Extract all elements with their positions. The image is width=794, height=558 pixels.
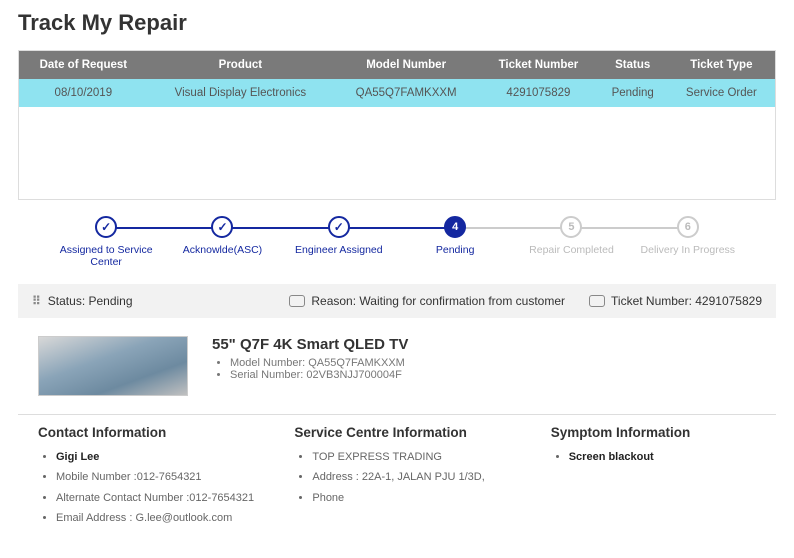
step-connector (222, 227, 338, 229)
symptom-text: Screen blackout (569, 450, 756, 465)
check-icon: ✓ (211, 216, 233, 238)
col-model: Model Number (333, 51, 479, 79)
step-label: Assigned to Service Center (48, 244, 164, 268)
col-product: Product (148, 51, 333, 79)
symptom-info: Symptom Information Screen blackout (551, 425, 756, 532)
product-image (38, 336, 188, 396)
drag-icon: ⠿ (32, 294, 42, 308)
step-2: ✓ Acknowlde(ASC) (164, 216, 280, 268)
divider (18, 414, 776, 415)
step-number: 4 (444, 216, 466, 238)
progress-steps: ✓ Assigned to Service Center ✓ Acknowlde(AS… (18, 200, 776, 278)
col-status: Status (598, 51, 668, 79)
col-ticket: Ticket Number (479, 51, 598, 79)
step-label: Repair Completed (513, 244, 629, 256)
check-icon: ✓ (328, 216, 350, 238)
reason-text: Reason: Waiting for confirmation from cu… (311, 294, 565, 308)
step-number: 6 (677, 216, 699, 238)
step-label: Engineer Assigned (281, 244, 397, 256)
cell-type: Service Order (668, 79, 775, 107)
col-type: Ticket Type (668, 51, 775, 79)
step-1: ✓ Assigned to Service Center (48, 216, 164, 268)
step-number: 5 (560, 216, 582, 238)
cell-product: Visual Display Electronics (148, 79, 333, 107)
product-serial: Serial Number: 02VB3NJJ700004F (230, 369, 408, 381)
contact-email: Email Address : G.lee@outlook.com (56, 511, 284, 526)
step-6: 6 Delivery In Progress (630, 216, 746, 268)
step-connector (455, 227, 571, 229)
product-name: 55" Q7F 4K Smart QLED TV (212, 336, 408, 353)
service-address: Address : 22A-1, JALAN PJU 1/3D, (312, 470, 540, 485)
check-icon: ✓ (95, 216, 117, 238)
status-text: Status: Pending (48, 294, 133, 308)
contact-heading: Contact Information (38, 425, 284, 440)
step-label: Delivery In Progress (630, 244, 746, 256)
status-item: ⠿ Status: Pending (32, 294, 133, 308)
ticket-icon (589, 295, 605, 307)
step-connector (106, 227, 222, 229)
table-empty-space (19, 107, 775, 199)
step-5: 5 Repair Completed (513, 216, 629, 268)
contact-alt: Alternate Contact Number :012-7654321 (56, 491, 284, 506)
status-bar: ⠿ Status: Pending Reason: Waiting for co… (18, 284, 776, 318)
cell-ticket: 4291075829 (479, 79, 598, 107)
col-date: Date of Request (19, 51, 148, 79)
step-connector (339, 227, 455, 229)
contact-info: Contact Information Gigi Lee Mobile Numb… (38, 425, 284, 532)
product-row: 55" Q7F 4K Smart QLED TV Model Number: Q… (18, 318, 776, 410)
step-label: Pending (397, 244, 513, 256)
service-name: TOP EXPRESS TRADING (312, 450, 540, 465)
contact-mobile: Mobile Number :012-7654321 (56, 470, 284, 485)
tag-icon (289, 295, 305, 307)
page-title: Track My Repair (18, 10, 776, 36)
ticket-item: Ticket Number: 4291075829 (589, 294, 762, 308)
service-info: Service Centre Information TOP EXPRESS T… (294, 425, 540, 532)
info-columns: Contact Information Gigi Lee Mobile Numb… (18, 425, 776, 548)
table-header-row: Date of Request Product Model Number Tic… (19, 51, 775, 79)
service-phone: Phone (312, 491, 540, 506)
repair-table: Date of Request Product Model Number Tic… (18, 50, 776, 200)
contact-name: Gigi Lee (56, 450, 284, 465)
cell-model: QA55Q7FAMKXXM (333, 79, 479, 107)
cell-date: 08/10/2019 (19, 79, 148, 107)
cell-status: Pending (598, 79, 668, 107)
step-3: ✓ Engineer Assigned (281, 216, 397, 268)
product-info: 55" Q7F 4K Smart QLED TV Model Number: Q… (212, 336, 408, 381)
step-4: 4 Pending (397, 216, 513, 268)
ticket-text: Ticket Number: 4291075829 (611, 294, 762, 308)
product-model: Model Number: QA55Q7FAMKXXM (230, 357, 408, 369)
step-label: Acknowlde(ASC) (164, 244, 280, 256)
symptom-heading: Symptom Information (551, 425, 756, 440)
reason-item: Reason: Waiting for confirmation from cu… (289, 294, 565, 308)
service-heading: Service Centre Information (294, 425, 540, 440)
step-connector (571, 227, 687, 229)
table-row[interactable]: 08/10/2019 Visual Display Electronics QA… (19, 79, 775, 107)
